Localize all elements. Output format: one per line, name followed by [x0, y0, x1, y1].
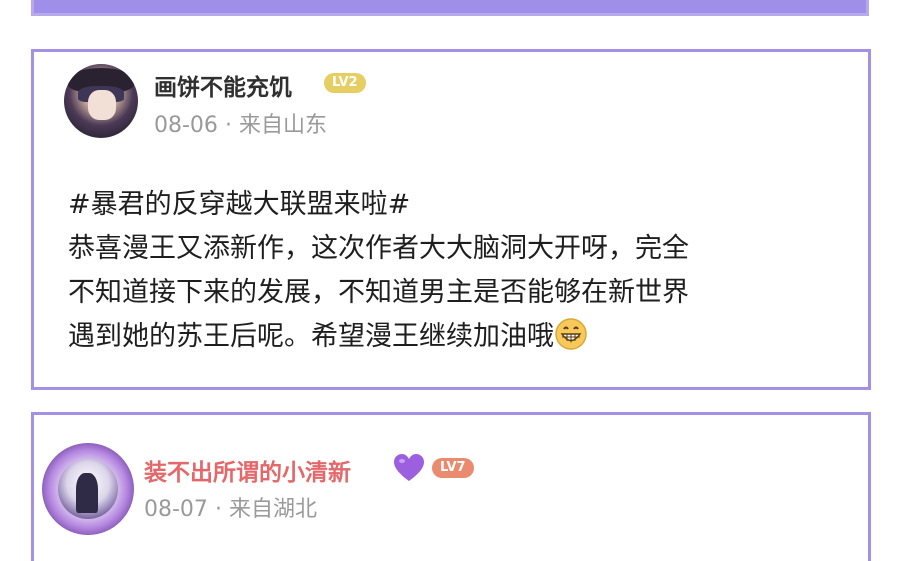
comment-line-text: 遇到她的苏王后呢。希望漫王继续加油哦	[68, 321, 554, 352]
comment-card: 画饼不能充饥 LV2 08-06 · 来自山东 #暴君的反穿越大联盟来啦# 恭喜…	[31, 49, 871, 390]
comment-card: 装不出所谓的小清新 LV7 08-07 · 来自湖北	[31, 412, 871, 561]
meta-separator: ·	[224, 113, 232, 138]
comment-line: #暴君的反穿越大联盟来啦#	[68, 189, 411, 220]
avatar[interactable]	[64, 64, 138, 138]
avatar-figure	[76, 473, 98, 513]
avatar-face	[88, 90, 116, 120]
post-location: 来自山东	[238, 113, 327, 138]
level-badge: LV7	[432, 458, 474, 478]
level-badge: LV2	[324, 73, 366, 93]
meta-separator: ·	[214, 497, 222, 522]
previous-comment-card	[31, 0, 869, 16]
purple-heart-icon	[394, 454, 424, 481]
username[interactable]: 装不出所谓的小清新	[144, 453, 351, 487]
comment-line-last: 遇到她的苏王后呢。希望漫王继续加油哦	[68, 315, 858, 359]
comment-feed: 画饼不能充饥 LV2 08-06 · 来自山东 #暴君的反穿越大联盟来啦# 恭喜…	[0, 0, 900, 561]
post-meta: 08-06 · 来自山东	[154, 107, 327, 139]
grinning-face-emoji-icon	[555, 318, 587, 350]
post-meta: 08-07 · 来自湖北	[144, 491, 317, 523]
post-date: 08-06	[154, 113, 218, 138]
comment-line: 不知道接下来的发展，不知道男主是否能够在新世界	[68, 277, 689, 308]
avatar[interactable]	[42, 443, 134, 535]
post-date: 08-07	[144, 497, 208, 522]
comment-text: #暴君的反穿越大联盟来啦# 恭喜漫王又添新作，这次作者大大脑洞大开呀，完全 不知…	[68, 183, 858, 359]
comment-line: 恭喜漫王又添新作，这次作者大大脑洞大开呀，完全	[68, 233, 689, 264]
username[interactable]: 画饼不能充饥	[154, 68, 292, 102]
post-location: 来自湖北	[228, 497, 317, 522]
